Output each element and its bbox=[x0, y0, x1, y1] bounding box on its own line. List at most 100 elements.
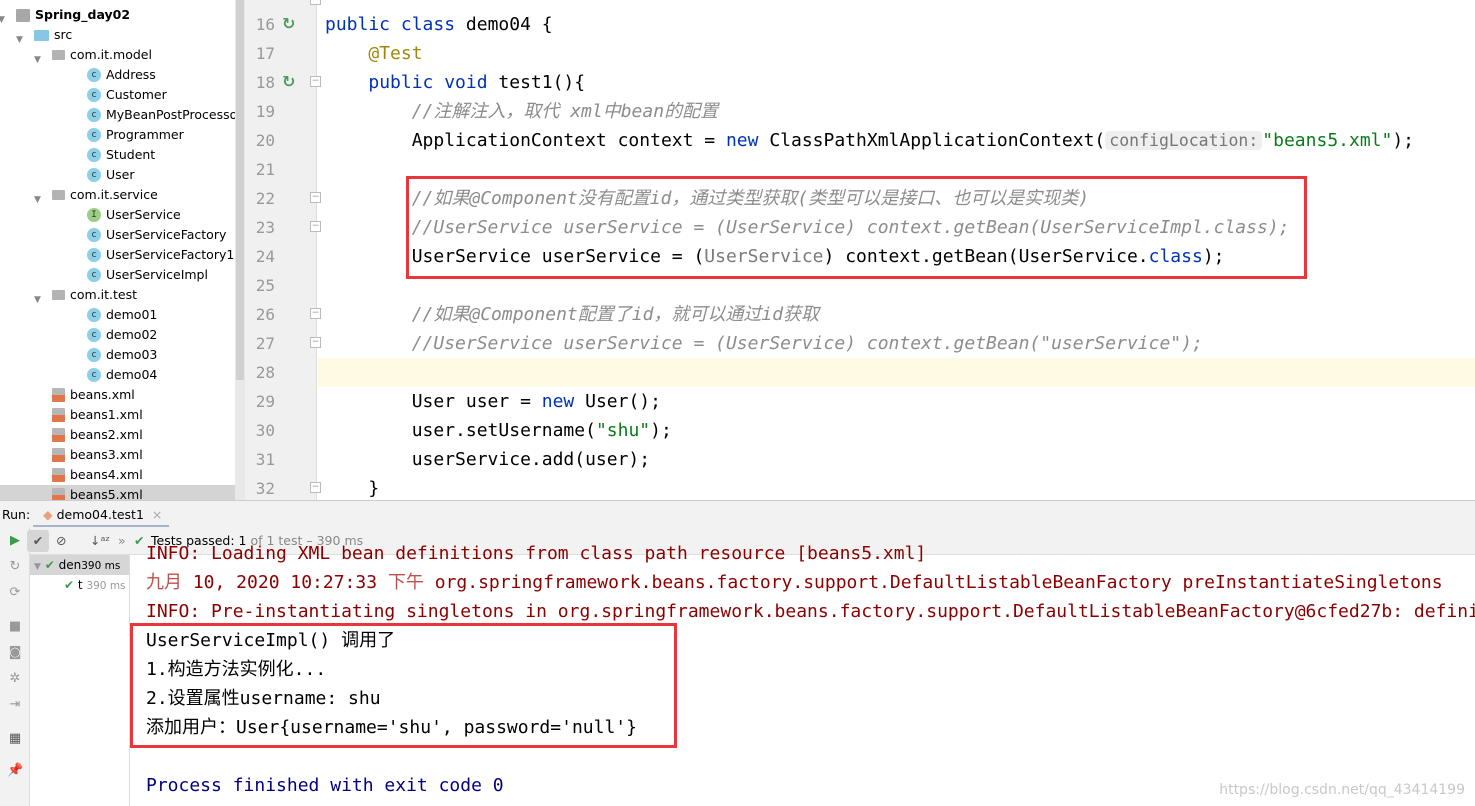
tree-item[interactable]: ▼ com.it.model bbox=[34, 45, 152, 65]
tree-item[interactable]: c UserServiceFactory1 bbox=[87, 245, 234, 265]
editor-gutter: 16 ↻ 17 18 ↻ −19 20 21 22−23−24 25 26−27−28 29 30 31 3… bbox=[245, 0, 321, 500]
test-node-root[interactable]: ▼ ✔ den390 ms bbox=[30, 555, 129, 575]
tree-scrollbar[interactable] bbox=[235, 0, 245, 500]
line-number: 16 bbox=[255, 15, 275, 34]
camera-icon[interactable]: ◙ bbox=[7, 645, 23, 661]
code-token: "beans5.xml" bbox=[1262, 130, 1393, 151]
tree-item-label: UserServiceFactory bbox=[106, 227, 227, 242]
toggle-auto-test-icon[interactable]: ⟳ bbox=[7, 585, 23, 601]
test-node-time: 390 ms bbox=[86, 580, 126, 592]
pin-icon[interactable]: 📌 bbox=[7, 763, 23, 779]
code-token: ClassPathXmlApplicationContext( bbox=[769, 130, 1106, 151]
sort-alpha-icon[interactable]: ↓ᵃᶻ bbox=[90, 527, 110, 555]
expand-arrow-icon[interactable]: ▼ bbox=[34, 562, 41, 572]
code-token: ApplicationContext context = bbox=[325, 130, 726, 151]
console-token: INFO: Pre-instantiating singletons in or… bbox=[146, 601, 1475, 622]
show-ignored-icon[interactable]: ⊘ bbox=[56, 527, 66, 555]
tree-item-label: Address bbox=[106, 67, 156, 82]
line-number: 21 bbox=[255, 160, 275, 179]
test-class-icon: c bbox=[87, 368, 101, 382]
tree-item[interactable]: beans3.xml bbox=[52, 445, 143, 465]
run-tab[interactable]: ◆ demo04.test1 × bbox=[33, 501, 169, 528]
passed-icon: ✔ bbox=[44, 558, 55, 572]
more-icon[interactable]: » bbox=[118, 527, 126, 555]
class-icon: c bbox=[87, 248, 101, 262]
tree-item-label: demo03 bbox=[106, 347, 158, 362]
tree-item[interactable]: c Customer bbox=[87, 85, 167, 105]
tree-item-label: beans.xml bbox=[70, 387, 135, 402]
class-icon: c bbox=[87, 168, 101, 182]
tree-item[interactable]: c UserServiceFactory bbox=[87, 225, 226, 245]
close-tab-icon[interactable]: × bbox=[152, 507, 162, 522]
tree-item[interactable]: ▼ com.it.test bbox=[34, 285, 137, 305]
tree-item[interactable]: c demo01 bbox=[87, 305, 157, 325]
tree-item[interactable]: c MyBeanPostProcesso bbox=[87, 105, 235, 125]
tree-item-label: MyBeanPostProcesso bbox=[106, 107, 235, 122]
code-token: User user = bbox=[325, 391, 542, 412]
tree-item[interactable]: c User bbox=[87, 165, 135, 185]
console-line: 九月 10, 2020 10:27:33 下午 org.springframew… bbox=[146, 568, 1443, 597]
package-icon bbox=[52, 50, 65, 60]
run-test-icon[interactable]: ↻ bbox=[282, 72, 300, 91]
tree-item[interactable]: c Student bbox=[87, 145, 155, 165]
code-line: user.setUsername("shu"); bbox=[318, 416, 1475, 445]
tree-item[interactable]: beans4.xml bbox=[52, 465, 143, 485]
class-icon: c bbox=[87, 128, 101, 142]
code-token: configLocation: bbox=[1105, 131, 1263, 150]
tree-item-label: Spring_day02 bbox=[35, 7, 131, 22]
expand-arrow-icon[interactable]: ▼ bbox=[34, 50, 44, 65]
code-line: @Test bbox=[318, 39, 1475, 68]
tree-item[interactable]: beans1.xml bbox=[52, 405, 143, 425]
tree-item[interactable]: beans.xml bbox=[52, 385, 135, 405]
xml-file-icon bbox=[52, 448, 65, 462]
debug-icon[interactable]: ✲ bbox=[7, 671, 23, 687]
code-token: "shu" bbox=[595, 420, 651, 441]
tree-item[interactable]: c demo02 bbox=[87, 325, 157, 345]
tree-item[interactable]: ▼ Spring_day02 bbox=[0, 5, 130, 25]
test-node-child[interactable]: ✔ t 390 ms bbox=[30, 575, 129, 595]
tree-item[interactable]: c Address bbox=[87, 65, 156, 85]
tree-item[interactable]: beans5.xml bbox=[0, 485, 235, 500]
layout-icon[interactable]: ▦ bbox=[7, 731, 23, 747]
tree-item[interactable]: c demo03 bbox=[87, 345, 157, 365]
run-test-icon[interactable]: ↻ bbox=[282, 14, 300, 33]
show-passed-toggle[interactable]: ✔ bbox=[27, 530, 49, 552]
rerun-failed-icon[interactable]: ↻ bbox=[7, 559, 23, 575]
source-folder-icon bbox=[34, 29, 49, 41]
package-icon bbox=[52, 290, 65, 300]
tree-item[interactable]: c Programmer bbox=[87, 125, 184, 145]
line-number: 22 bbox=[255, 189, 275, 208]
tree-item[interactable]: beans2.xml bbox=[52, 425, 143, 445]
tree-item-label: Programmer bbox=[106, 127, 184, 142]
code-line: public class demo04 { bbox=[318, 10, 1475, 39]
code-line bbox=[318, 358, 1475, 387]
watermark: https://blog.csdn.net/qq_43414199 bbox=[1219, 782, 1465, 798]
tree-item-label: com.it.service bbox=[70, 187, 158, 202]
stop-icon[interactable]: ■ bbox=[7, 619, 23, 635]
code-token: //注解注入，取代 xml中bean的配置 bbox=[411, 101, 719, 122]
expand-arrow-icon[interactable]: ▼ bbox=[0, 10, 8, 25]
tree-item[interactable]: c demo04 bbox=[87, 365, 157, 385]
test-node-time: 390 ms bbox=[81, 560, 121, 572]
tree-item[interactable]: ▼ com.it.service bbox=[34, 185, 158, 205]
expand-arrow-icon[interactable]: ▼ bbox=[16, 30, 26, 45]
rerun-icon[interactable]: ▶ bbox=[7, 533, 23, 549]
tree-item[interactable]: I UserService bbox=[87, 205, 181, 225]
import-icon[interactable]: ⇥ bbox=[7, 697, 23, 713]
code-token: User(); bbox=[585, 391, 661, 412]
console-line: INFO: Pre-instantiating singletons in or… bbox=[146, 597, 1475, 626]
run-toolbar: ▶ ↻ ⟳ ■ ◙ ✲ ⇥ ▦ 📌 bbox=[0, 527, 30, 806]
code-token: ); bbox=[650, 420, 672, 441]
expand-arrow-icon[interactable]: ▼ bbox=[34, 190, 44, 205]
tree-item[interactable]: c UserServiceImpl bbox=[87, 265, 208, 285]
tree-scrollbar-thumb[interactable] bbox=[236, 0, 244, 380]
tree-item[interactable]: ▼ src bbox=[16, 25, 72, 45]
line-number: 20 bbox=[255, 131, 275, 150]
class-icon: c bbox=[87, 228, 101, 242]
console-token: org.springframework.beans.factory.suppor… bbox=[423, 572, 1443, 593]
tree-item-label: beans4.xml bbox=[70, 467, 143, 482]
expand-arrow-icon[interactable]: ▼ bbox=[34, 290, 44, 305]
tree-item-label: UserServiceImpl bbox=[106, 267, 208, 282]
code-token: //UserService userService = (UserService… bbox=[411, 333, 1203, 354]
